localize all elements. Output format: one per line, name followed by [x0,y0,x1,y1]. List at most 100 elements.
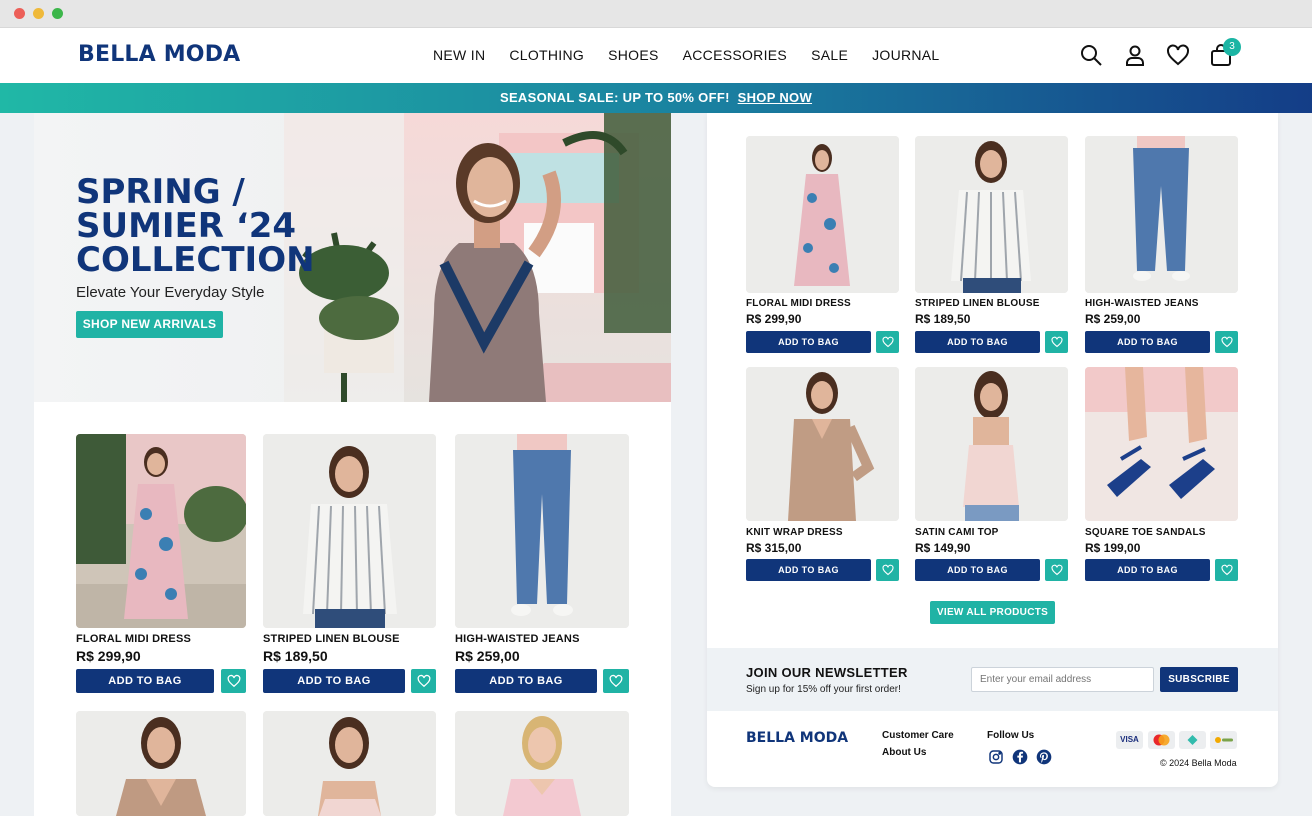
product-price: R$ 315,00 [746,541,802,555]
wishlist-heart-icon[interactable] [876,331,899,353]
product-name[interactable]: FLORAL MIDI DRESS [746,298,851,309]
search-icon[interactable] [1079,43,1103,67]
nav-item-clothing[interactable]: CLOTHING [509,47,584,63]
product-price: R$ 259,00 [455,648,520,664]
instagram-icon[interactable] [988,749,1004,765]
product-image[interactable] [915,367,1068,521]
site-header: BELLA MODA NEW IN CLOTHING SHOES ACCESSO… [0,28,1312,83]
main-nav: NEW IN CLOTHING SHOES ACCESSORIES SALE J… [433,47,940,63]
product-image[interactable] [76,434,246,628]
window-close-button[interactable] [14,8,25,19]
nav-item-journal[interactable]: JOURNAL [872,47,939,63]
product-name[interactable]: HIGH-WAISTED JEANS [1085,298,1199,309]
product-card[interactable]: STRIPED LINEN BLOUSE R$ 189,50 ADD TO BA… [915,136,1068,354]
nav-item-shoes[interactable]: SHOES [608,47,659,63]
product-image[interactable] [1085,136,1238,293]
pagseguro-payment-icon [1210,731,1237,749]
account-icon[interactable] [1123,43,1147,67]
product-price: R$ 259,00 [1085,312,1141,326]
product-name[interactable]: STRIPED LINEN BLOUSE [915,298,1040,309]
wishlist-heart-icon[interactable] [1166,43,1190,67]
product-name[interactable]: KNIT WRAP DRESS [746,527,843,538]
product-card[interactable] [455,711,629,816]
nav-item-new-in[interactable]: NEW IN [433,47,485,63]
product-price: R$ 149,90 [915,541,971,555]
product-card[interactable] [76,711,246,816]
product-image[interactable] [76,711,246,816]
copyright-text: © 2024 Bella Moda [1160,758,1237,768]
shop-new-arrivals-button[interactable]: SHOP NEW ARRIVALS [76,311,223,338]
product-card[interactable]: KNIT WRAP DRESS R$ 315,00 ADD TO BAG [746,367,899,583]
product-card[interactable]: SQUARE TOE SANDALS R$ 199,00 ADD TO BAG [1085,367,1238,583]
promo-shop-now-link[interactable]: SHOP NOW [738,90,812,105]
add-to-bag-button[interactable]: ADD TO BAG [915,331,1040,353]
add-to-bag-button[interactable]: ADD TO BAG [76,669,214,693]
wishlist-heart-icon[interactable] [1045,559,1068,581]
follow-us-label: Follow Us [987,730,1035,741]
add-to-bag-button[interactable]: ADD TO BAG [1085,331,1210,353]
product-card[interactable]: SATIN CAMI TOP R$ 149,90 ADD TO BAG [915,367,1068,583]
wishlist-heart-icon[interactable] [221,669,246,693]
product-image[interactable] [263,434,436,628]
brand-logo[interactable]: BELLA MODA [78,42,240,67]
product-image[interactable] [455,434,629,628]
product-name[interactable]: SQUARE TOE SANDALS [1085,527,1206,538]
wishlist-heart-icon[interactable] [603,669,629,693]
product-name[interactable]: SATIN CAMI TOP [915,527,999,538]
mastercard-payment-icon [1148,731,1175,749]
newsletter-section: JOIN OUR NEWSLETTER Sign up for 15% off … [707,648,1278,711]
newsletter-email-input[interactable] [971,667,1154,692]
pinterest-icon[interactable] [1036,749,1052,765]
nav-item-accessories[interactable]: ACCESSORIES [683,47,787,63]
pix-payment-icon [1179,731,1206,749]
facebook-icon[interactable] [1012,749,1028,765]
product-card[interactable]: FLORAL MIDI DRESS R$ 299,90 ADD TO BAG [746,136,899,354]
product-price: R$ 189,50 [915,312,971,326]
product-image[interactable] [263,711,436,816]
product-image[interactable] [455,711,629,816]
cart-count-badge: 3 [1223,38,1241,56]
add-to-bag-button[interactable]: ADD TO BAG [263,669,405,693]
footer-link-about-us[interactable]: About Us [882,747,926,758]
view-all-products-button[interactable]: VIEW ALL PRODUCTS [930,601,1055,624]
product-price: R$ 189,50 [263,648,328,664]
add-to-bag-button[interactable]: ADD TO BAG [915,559,1040,581]
subscribe-button[interactable]: SUBSCRIBE [1160,667,1238,692]
product-card[interactable] [263,711,436,816]
window-maximize-button[interactable] [52,8,63,19]
product-card[interactable]: HIGH-WAISTED JEANS R$ 259,00 ADD TO BAG [455,434,629,694]
add-to-bag-button[interactable]: ADD TO BAG [1085,559,1210,581]
wishlist-heart-icon[interactable] [1045,331,1068,353]
footer-link-customer-care[interactable]: Customer Care [882,730,954,741]
product-card[interactable]: HIGH-WAISTED JEANS R$ 259,00 ADD TO BAG [1085,136,1238,354]
hero-banner: SPRING / SUMIER ‘24 COLLECTION Elevate Y… [34,113,671,402]
wishlist-heart-icon[interactable] [1215,331,1238,353]
hero-model-photo [284,113,671,402]
product-card[interactable]: STRIPED LINEN BLOUSE R$ 189,50 ADD TO BA… [263,434,436,694]
window-minimize-button[interactable] [33,8,44,19]
wishlist-heart-icon[interactable] [411,669,436,693]
product-image[interactable] [746,367,899,521]
newsletter-title: JOIN OUR NEWSLETTER [746,665,908,680]
visa-payment-icon: VISA [1116,731,1143,749]
product-name[interactable]: FLORAL MIDI DRESS [76,633,191,645]
footer-logo[interactable]: BELLA MODA [746,730,848,746]
product-image[interactable] [915,136,1068,293]
wishlist-heart-icon[interactable] [1215,559,1238,581]
add-to-bag-button[interactable]: ADD TO BAG [455,669,597,693]
wishlist-heart-icon[interactable] [876,559,899,581]
add-to-bag-button[interactable]: ADD TO BAG [746,559,871,581]
product-name[interactable]: STRIPED LINEN BLOUSE [263,633,400,645]
product-image[interactable] [746,136,899,293]
left-page-panel: SPRING / SUMIER ‘24 COLLECTION Elevate Y… [34,113,671,816]
hero-title: SPRING / SUMIER ‘24 COLLECTION [76,172,315,280]
product-price: R$ 299,90 [746,312,802,326]
product-card[interactable]: FLORAL MIDI DRESS R$ 299,90 ADD TO BAG [76,434,246,694]
add-to-bag-button[interactable]: ADD TO BAG [746,331,871,353]
promo-text: SEASONAL SALE: UP TO 50% OFF! [499,90,730,105]
window-titlebar [0,0,1312,28]
product-image[interactable] [1085,367,1238,521]
product-name[interactable]: HIGH-WAISTED JEANS [455,633,580,645]
hero-subtitle: Elevate Your Everyday Style [76,284,265,301]
nav-item-sale[interactable]: SALE [811,47,848,63]
